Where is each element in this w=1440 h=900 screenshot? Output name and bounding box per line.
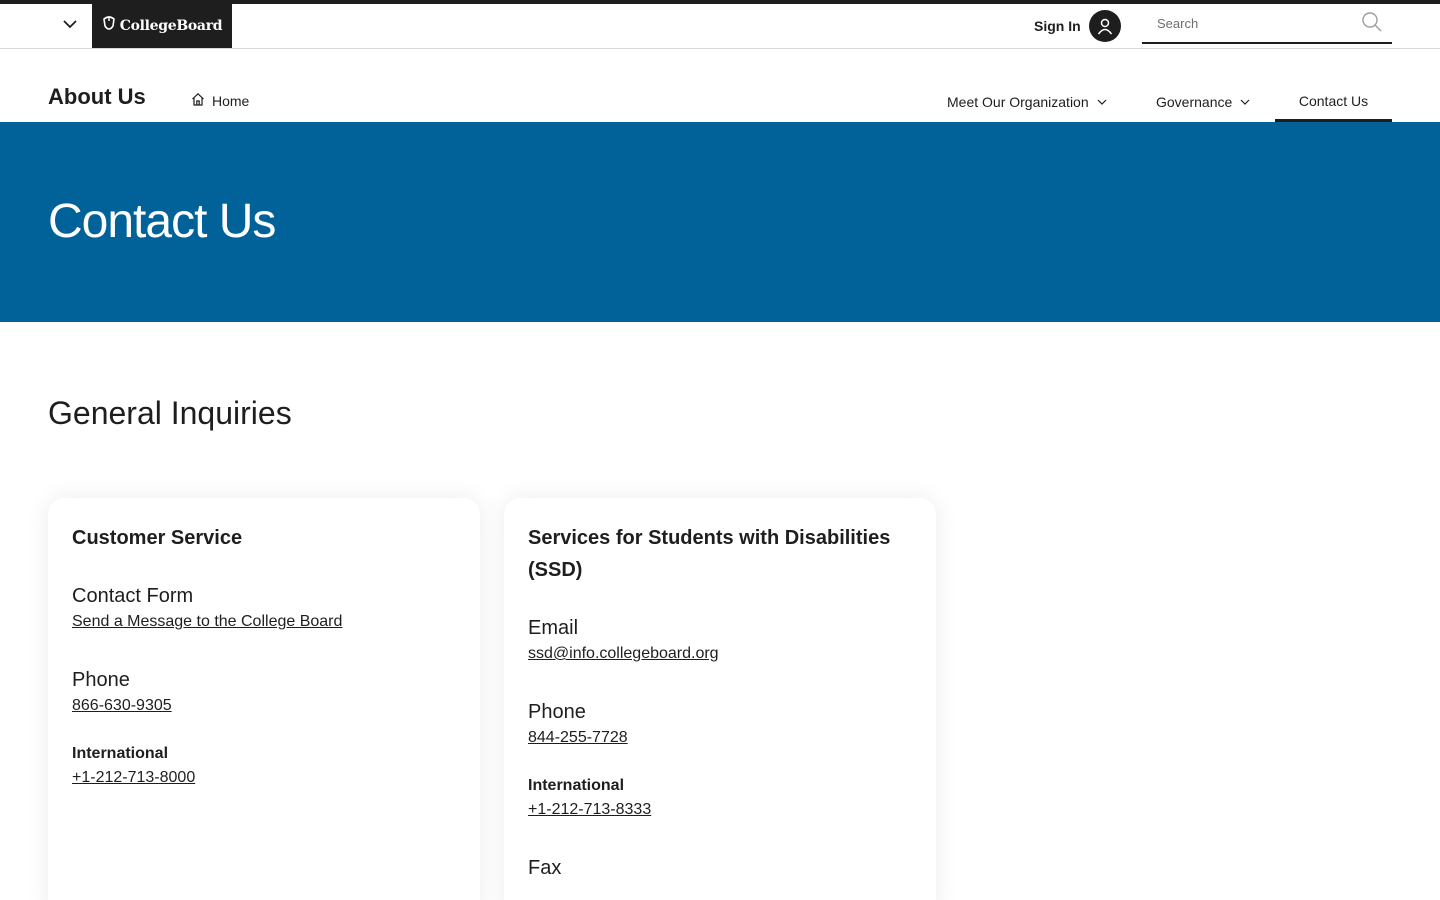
section-heading: General Inquiries — [48, 395, 292, 431]
home-link[interactable]: Home — [191, 92, 249, 109]
ssd-card: Services for Students with Disabilities … — [504, 498, 936, 900]
nav-item-meet-our-organization[interactable]: Meet Our Organization — [947, 49, 1107, 122]
phone-heading: Phone — [528, 701, 586, 723]
local-navigation: About Us Home Meet Our Organization Gove… — [0, 49, 1440, 122]
contact-form-heading: Contact Form — [72, 585, 194, 607]
contact-form-link[interactable]: Send a Message to the College Board — [72, 610, 342, 634]
global-header: CollegeBoard Sign In — [0, 0, 1440, 49]
nav-item-governance[interactable]: Governance — [1156, 49, 1250, 122]
home-icon — [191, 92, 205, 109]
hero-banner: Contact Us — [0, 122, 1440, 322]
international-phone-link[interactable]: +1-212-713-8000 — [72, 766, 195, 790]
nav-item-contact-us[interactable]: Contact Us — [1275, 49, 1392, 122]
international-label: International — [528, 777, 625, 794]
card-title: Services for Students with Disabilities … — [528, 527, 891, 581]
nav-item-label: Meet Our Organization — [947, 94, 1089, 110]
international-label: International — [72, 745, 169, 762]
phone-link[interactable]: 844-255-7728 — [528, 726, 628, 750]
site-title[interactable]: About Us — [48, 84, 146, 110]
phone-link[interactable]: 866-630-9305 — [72, 694, 172, 718]
search-box — [1142, 4, 1392, 44]
nav-item-label: Contact Us — [1298, 92, 1369, 109]
card-title: Customer Service — [72, 527, 243, 549]
email-link[interactable]: ssd@info.collegeboard.org — [528, 642, 719, 666]
nav-item-label: Governance — [1156, 94, 1233, 110]
home-label: Home — [212, 92, 250, 109]
page-title: Contact Us — [48, 195, 276, 248]
sign-in-button[interactable]: Sign In — [1034, 10, 1121, 42]
email-heading: Email — [528, 617, 579, 639]
international-phone-link[interactable]: +1-212-713-8333 — [528, 798, 651, 822]
search-input[interactable] — [1142, 4, 1352, 42]
phone-heading: Phone — [72, 669, 130, 691]
logo-text: CollegeBoard — [119, 18, 223, 34]
search-icon[interactable] — [1360, 10, 1384, 34]
collegeboard-logo[interactable]: CollegeBoard — [92, 4, 232, 48]
sign-in-label: Sign In — [1034, 18, 1081, 34]
global-menu-toggle[interactable] — [48, 4, 92, 48]
fax-heading: Fax — [528, 857, 562, 879]
chevron-down-icon — [62, 16, 78, 37]
chevron-down-icon — [1240, 97, 1250, 107]
acorn-shield-icon — [102, 15, 116, 38]
user-icon — [1088, 10, 1121, 42]
chevron-down-icon — [1097, 97, 1107, 107]
customer-service-card: Customer Service Contact Form Send a Mes… — [48, 498, 480, 900]
